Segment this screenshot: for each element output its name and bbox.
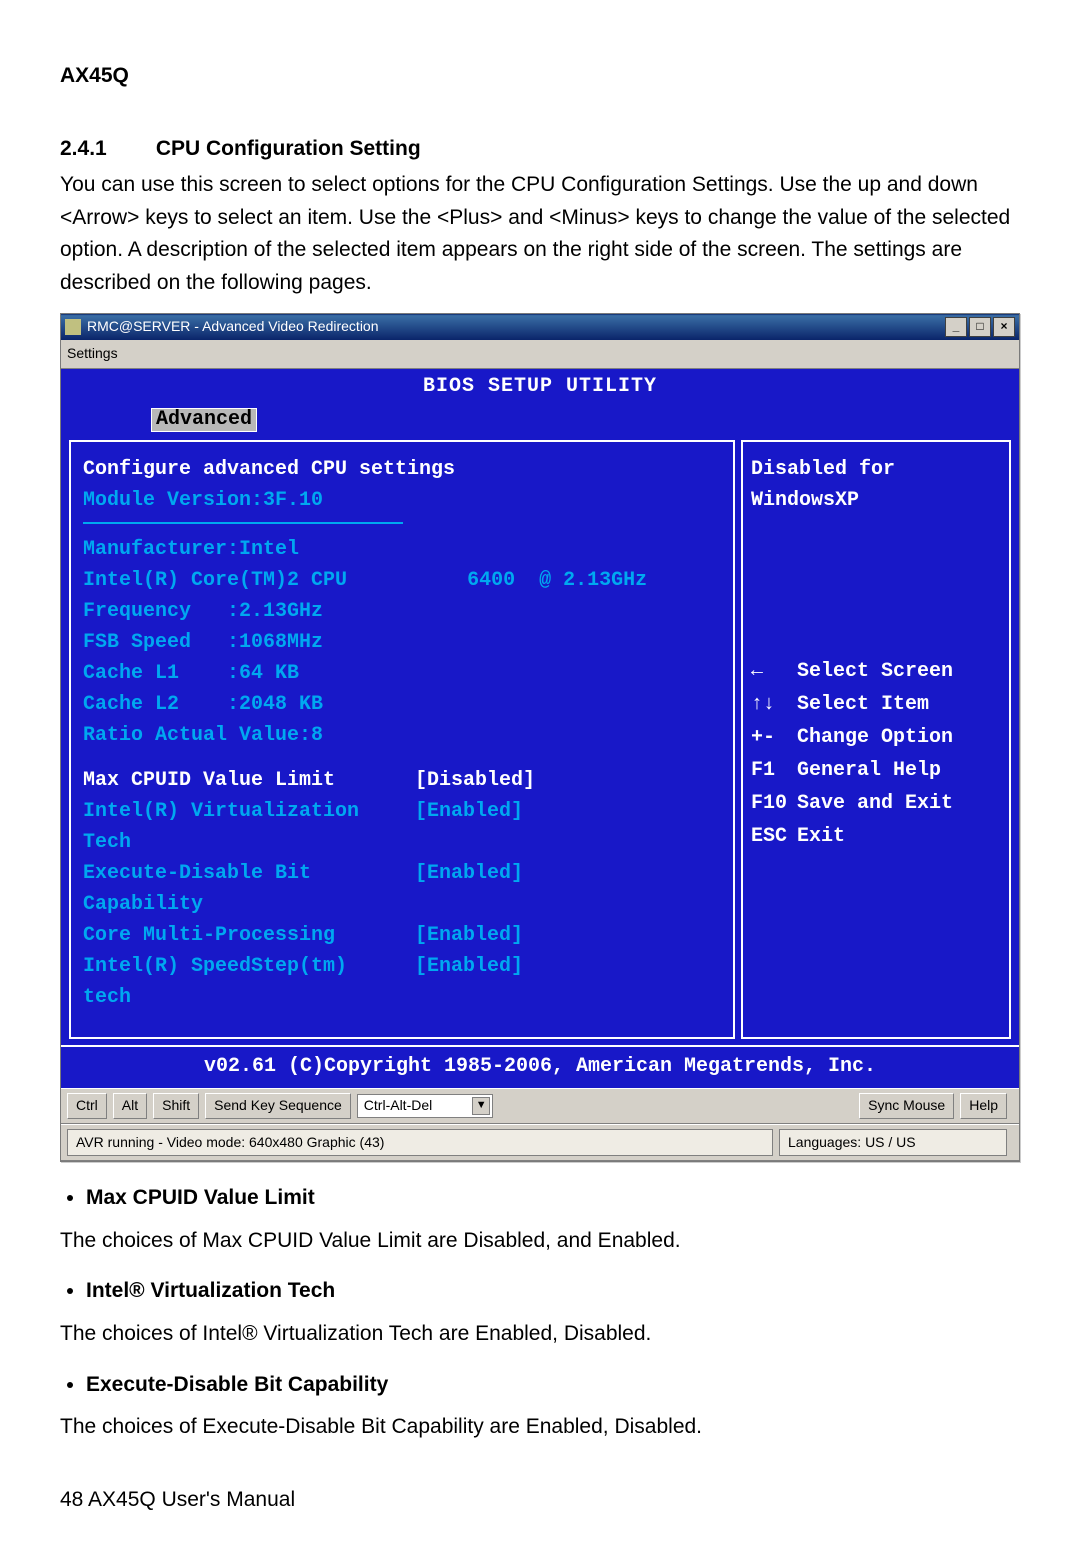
help-key: F1: [751, 755, 797, 786]
info-fsb: FSB Speed :1068MHz: [83, 627, 721, 658]
option-label: Execute-Disable Bit Capability: [83, 858, 403, 920]
bios-copyright: v02.61 (C)Copyright 1985-2006, American …: [61, 1045, 1019, 1088]
help-desc: Select Screen: [797, 660, 953, 683]
post-item-text: The choices of Execute-Disable Bit Capab…: [60, 1411, 1030, 1444]
window-titlebar[interactable]: RMC@SERVER - Advanced Video Redirection …: [61, 314, 1019, 340]
option-label: Max CPUID Value Limit: [83, 765, 403, 796]
status-video-mode: AVR running - Video mode: 640x480 Graphi…: [67, 1129, 773, 1157]
window-menubar[interactable]: Settings: [61, 340, 1019, 369]
post-item-title: Intel® Virtualization Tech: [86, 1275, 1030, 1308]
bios-option-multicore[interactable]: Core Multi-Processing [Enabled]: [83, 920, 721, 951]
help-desc: General Help: [797, 759, 941, 782]
send-key-sequence-button[interactable]: Send Key Sequence: [205, 1093, 351, 1119]
help-key: +-: [751, 722, 797, 753]
bios-option-speedstep[interactable]: Intel(R) SpeedStep(tm) tech [Enabled]: [83, 951, 721, 1013]
shift-button[interactable]: Shift: [153, 1093, 199, 1119]
product-name: AX45Q: [60, 60, 1030, 93]
post-list: Intel® Virtualization Tech: [86, 1275, 1030, 1308]
status-language: Languages: US / US: [779, 1129, 1007, 1157]
bios-title: BIOS SETUP UTILITY: [61, 369, 1019, 404]
option-value: [Enabled]: [415, 800, 523, 823]
help-desc: Exit: [797, 825, 845, 848]
section-intro: You can use this screen to select option…: [60, 169, 1030, 299]
close-button[interactable]: ×: [993, 317, 1015, 337]
bios-context-help: Disabled for WindowsXP: [751, 454, 1001, 516]
help-desc: Select Item: [797, 693, 929, 716]
bios-header-line1: Configure advanced CPU settings: [83, 454, 721, 485]
sync-mouse-button[interactable]: Sync Mouse: [859, 1093, 954, 1119]
info-cache-l2: Cache L2 :2048 KB: [83, 689, 721, 720]
option-label: Intel(R) Virtualization Tech: [83, 796, 403, 858]
bios-option-vt[interactable]: Intel(R) Virtualization Tech [Enabled]: [83, 796, 721, 858]
help-desc: Save and Exit: [797, 792, 953, 815]
info-cache-l1: Cache L1 :64 KB: [83, 658, 721, 689]
bios-separator: [83, 522, 403, 524]
post-list: Max CPUID Value Limit: [86, 1182, 1030, 1215]
maximize-button[interactable]: □: [969, 317, 991, 337]
bios-header-line2: Module Version:3F.10: [83, 485, 721, 516]
page-footer: 48 AX45Q User's Manual: [60, 1484, 1030, 1517]
bios-tabbar: Advanced: [61, 404, 1019, 434]
post-item-text: The choices of Max CPUID Value Limit are…: [60, 1225, 1030, 1258]
option-value: [Enabled]: [415, 955, 523, 978]
help-key: ←: [751, 656, 797, 687]
help-button[interactable]: Help: [960, 1093, 1007, 1119]
post-item-title: Max CPUID Value Limit: [86, 1182, 1030, 1215]
minimize-button[interactable]: _: [945, 317, 967, 337]
window-title: RMC@SERVER - Advanced Video Redirection: [87, 316, 945, 338]
post-item-title: Execute-Disable Bit Capability: [86, 1369, 1030, 1402]
bios-help-panel: Disabled for WindowsXP ←Select Screen ↑↓…: [741, 440, 1011, 1039]
help-key: ↑↓: [751, 689, 797, 720]
app-icon: [65, 319, 81, 335]
ctrl-button[interactable]: Ctrl: [67, 1093, 107, 1119]
info-cpu: Intel(R) Core(TM)2 CPU 6400 @ 2.13GHz: [83, 565, 721, 596]
bios-option-xd[interactable]: Execute-Disable Bit Capability [Enabled]: [83, 858, 721, 920]
combo-value: Ctrl-Alt-Del: [364, 1095, 432, 1117]
info-ratio: Ratio Actual Value:8: [83, 720, 721, 751]
help-key: F10: [751, 788, 797, 819]
chevron-down-icon[interactable]: ▼: [472, 1097, 490, 1115]
option-value: [Disabled]: [415, 769, 535, 792]
alt-button[interactable]: Alt: [113, 1093, 147, 1119]
bios-screen: BIOS SETUP UTILITY Advanced Configure ad…: [61, 369, 1019, 1088]
option-value: [Enabled]: [415, 924, 523, 947]
option-label: Intel(R) SpeedStep(tm) tech: [83, 951, 403, 1013]
bios-tab-advanced[interactable]: Advanced: [151, 408, 257, 432]
info-manufacturer: Manufacturer:Intel: [83, 534, 721, 565]
avr-statusbar: AVR running - Video mode: 640x480 Graphi…: [61, 1124, 1019, 1162]
section-title: CPU Configuration Setting: [156, 137, 421, 160]
menu-settings[interactable]: Settings: [67, 345, 118, 361]
post-item-text: The choices of Intel® Virtualization Tec…: [60, 1318, 1030, 1351]
info-frequency: Frequency :2.13GHz: [83, 596, 721, 627]
option-value: [Enabled]: [415, 862, 523, 885]
option-label: Core Multi-Processing: [83, 920, 403, 951]
key-sequence-combo[interactable]: Ctrl-Alt-Del ▼: [357, 1094, 493, 1118]
post-list: Execute-Disable Bit Capability: [86, 1369, 1030, 1402]
avr-toolbar: Ctrl Alt Shift Send Key Sequence Ctrl-Al…: [61, 1088, 1019, 1124]
help-key: ESC: [751, 821, 797, 852]
avr-window: RMC@SERVER - Advanced Video Redirection …: [60, 313, 1020, 1162]
help-desc: Change Option: [797, 726, 953, 749]
bios-left-panel: Configure advanced CPU settings Module V…: [69, 440, 735, 1039]
section-number: 2.4.1: [60, 133, 150, 166]
bios-option-max-cpuid[interactable]: Max CPUID Value Limit [Disabled]: [83, 765, 721, 796]
